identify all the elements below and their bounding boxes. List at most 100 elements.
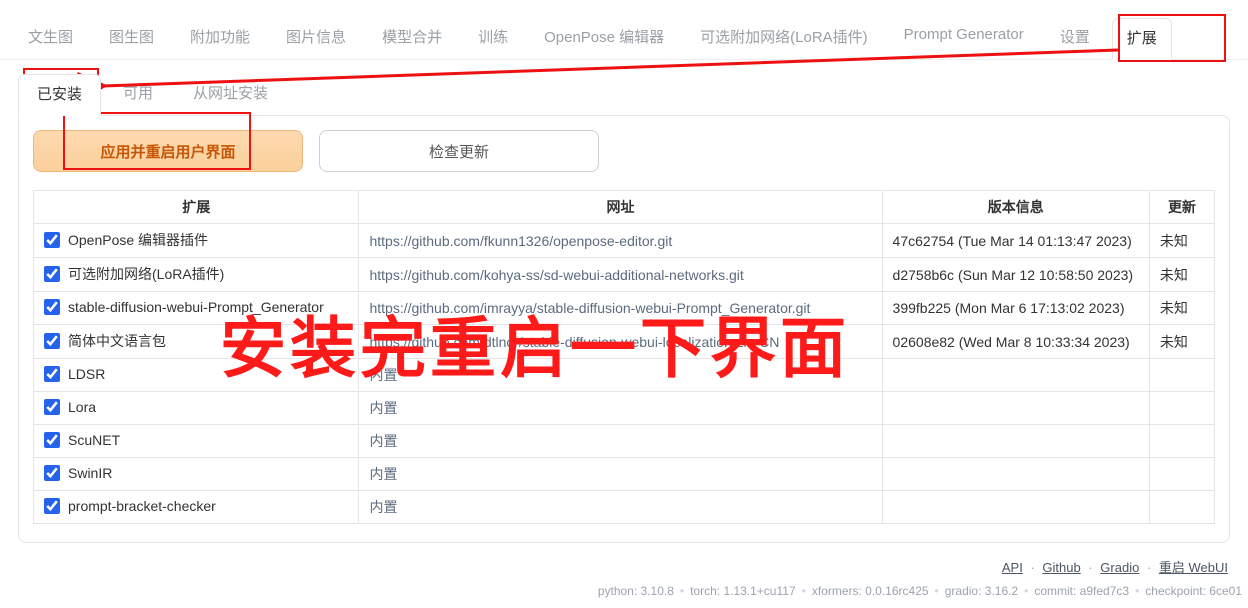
col-upd: 更新 [1149, 191, 1214, 224]
extension-version: 47c62754 (Tue Mar 14 01:13:47 2023) [882, 224, 1149, 258]
extension-toggle[interactable]: stable-diffusion-webui-Prompt_Generator [44, 299, 324, 315]
extension-checkbox[interactable] [44, 432, 60, 448]
footer-metric: torch: 1.13.1+cu117 [690, 584, 796, 598]
extension-url: 内置 [359, 392, 882, 425]
check-updates-button[interactable]: 检查更新 [319, 130, 599, 172]
extension-checkbox[interactable] [44, 366, 60, 382]
extension-checkbox[interactable] [44, 266, 60, 282]
footer-link[interactable]: 重启 WebUI [1159, 560, 1228, 575]
extension-update: 未知 [1149, 292, 1214, 325]
main-tab-6[interactable]: OpenPose 编辑器 [530, 18, 678, 59]
extension-name: Lora [68, 399, 96, 415]
main-tab-4[interactable]: 模型合并 [368, 18, 456, 59]
footer-metric: checkpoint: 6ce01 [1145, 584, 1242, 598]
table-row: SwinIR 内置 [34, 458, 1215, 491]
extension-toggle[interactable]: Lora [44, 399, 96, 415]
extensions-table: 扩展 网址 版本信息 更新 OpenPose 编辑器插件 https://gith… [33, 190, 1215, 524]
table-row: 简体中文语言包 https://github.com/dtlnor/stable-… [34, 325, 1215, 359]
extension-toggle[interactable]: LDSR [44, 366, 105, 382]
extension-name: 可选附加网络(LoRA插件) [68, 264, 224, 284]
extension-name: stable-diffusion-webui-Prompt_Generator [68, 299, 324, 315]
footer-metric: gradio: 3.16.2 [945, 584, 1018, 598]
installed-panel: 应用并重启用户界面 检查更新 扩展 网址 版本信息 更新 OpenPose 编辑… [18, 115, 1230, 543]
extension-version: d2758b6c (Sun Mar 12 10:58:50 2023) [882, 258, 1149, 292]
col-url: 网址 [359, 191, 882, 224]
footer-link[interactable]: API [1002, 560, 1023, 575]
footer-link[interactable]: Github [1042, 560, 1080, 575]
footer-metric: python: 3.10.8 [598, 584, 674, 598]
main-tab-9[interactable]: 设置 [1046, 18, 1104, 59]
main-tab-10[interactable]: 扩展 [1112, 18, 1172, 60]
main-tab-1[interactable]: 图生图 [95, 18, 168, 59]
main-tabs: 文生图图生图附加功能图片信息模型合并训练OpenPose 编辑器可选附加网络(L… [0, 10, 1248, 60]
apply-restart-button[interactable]: 应用并重启用户界面 [33, 130, 303, 172]
table-row: 可选附加网络(LoRA插件) https://github.com/kohya-s… [34, 258, 1215, 292]
main-tab-0[interactable]: 文生图 [14, 18, 87, 59]
table-row: Lora 内置 [34, 392, 1215, 425]
extension-toggle[interactable]: 简体中文语言包 [44, 331, 166, 351]
footer-metrics: python: 3.10.8•torch: 1.13.1+cu117•xform… [0, 584, 1248, 608]
extension-checkbox[interactable] [44, 399, 60, 415]
extension-version [882, 458, 1149, 491]
extension-update [1149, 458, 1214, 491]
extension-url: https://github.com/dtlnor/stable-diffusi… [359, 325, 882, 359]
extension-name: OpenPose 编辑器插件 [68, 230, 208, 250]
footer-metric: xformers: 0.0.16rc425 [812, 584, 929, 598]
extension-update [1149, 359, 1214, 392]
col-ext: 扩展 [34, 191, 359, 224]
extension-name: 简体中文语言包 [68, 331, 166, 351]
extension-update [1149, 392, 1214, 425]
main-tab-7[interactable]: 可选附加网络(LoRA插件) [686, 18, 882, 59]
extension-toggle[interactable]: 可选附加网络(LoRA插件) [44, 264, 224, 284]
extension-toggle[interactable]: SwinIR [44, 465, 112, 481]
extension-toggle[interactable]: ScuNET [44, 432, 120, 448]
extension-name: prompt-bracket-checker [68, 498, 216, 514]
col-ver: 版本信息 [882, 191, 1149, 224]
extension-update: 未知 [1149, 325, 1214, 359]
main-tab-5[interactable]: 训练 [464, 18, 522, 59]
extension-url: https://github.com/kohya-ss/sd-webui-add… [359, 258, 882, 292]
footer-link[interactable]: Gradio [1100, 560, 1139, 575]
extension-version [882, 359, 1149, 392]
table-row: stable-diffusion-webui-Prompt_Generator h… [34, 292, 1215, 325]
extension-version [882, 491, 1149, 524]
extension-version [882, 392, 1149, 425]
extension-url: https://github.com/imrayya/stable-diffus… [359, 292, 882, 325]
extension-url: 内置 [359, 425, 882, 458]
extension-toggle[interactable]: prompt-bracket-checker [44, 498, 216, 514]
table-row: prompt-bracket-checker 内置 [34, 491, 1215, 524]
sub-tab-1[interactable]: 可用 [105, 74, 171, 116]
extension-version: 399fb225 (Mon Mar 6 17:13:02 2023) [882, 292, 1149, 325]
extension-checkbox[interactable] [44, 333, 60, 349]
extension-name: LDSR [68, 366, 105, 382]
sub-tab-0[interactable]: 已安装 [18, 74, 101, 116]
footer-metric: commit: a9fed7c3 [1034, 584, 1129, 598]
extension-name: SwinIR [68, 465, 112, 481]
main-tab-8[interactable]: Prompt Generator [890, 18, 1038, 59]
extension-version [882, 425, 1149, 458]
extension-url: 内置 [359, 458, 882, 491]
table-row: OpenPose 编辑器插件 https://github.com/fkunn13… [34, 224, 1215, 258]
extension-checkbox[interactable] [44, 465, 60, 481]
extension-checkbox[interactable] [44, 498, 60, 514]
extension-update: 未知 [1149, 258, 1214, 292]
main-tab-3[interactable]: 图片信息 [272, 18, 360, 59]
extension-update [1149, 425, 1214, 458]
extension-update [1149, 491, 1214, 524]
extension-version: 02608e82 (Wed Mar 8 10:33:34 2023) [882, 325, 1149, 359]
table-row: LDSR 内置 [34, 359, 1215, 392]
sub-tab-2[interactable]: 从网址安装 [175, 74, 286, 116]
extension-checkbox[interactable] [44, 299, 60, 315]
extension-url: https://github.com/fkunn1326/openpose-ed… [359, 224, 882, 258]
extension-toggle[interactable]: OpenPose 编辑器插件 [44, 230, 208, 250]
extension-url: 内置 [359, 359, 882, 392]
extension-checkbox[interactable] [44, 232, 60, 248]
table-row: ScuNET 内置 [34, 425, 1215, 458]
extension-update: 未知 [1149, 224, 1214, 258]
extension-url: 内置 [359, 491, 882, 524]
sub-tabs: 已安装可用从网址安装 [0, 60, 1248, 116]
main-tab-2[interactable]: 附加功能 [176, 18, 264, 59]
extension-name: ScuNET [68, 432, 120, 448]
footer-links: API · Github · Gradio · 重启 WebUI [0, 543, 1248, 584]
button-row: 应用并重启用户界面 检查更新 [33, 130, 1215, 172]
